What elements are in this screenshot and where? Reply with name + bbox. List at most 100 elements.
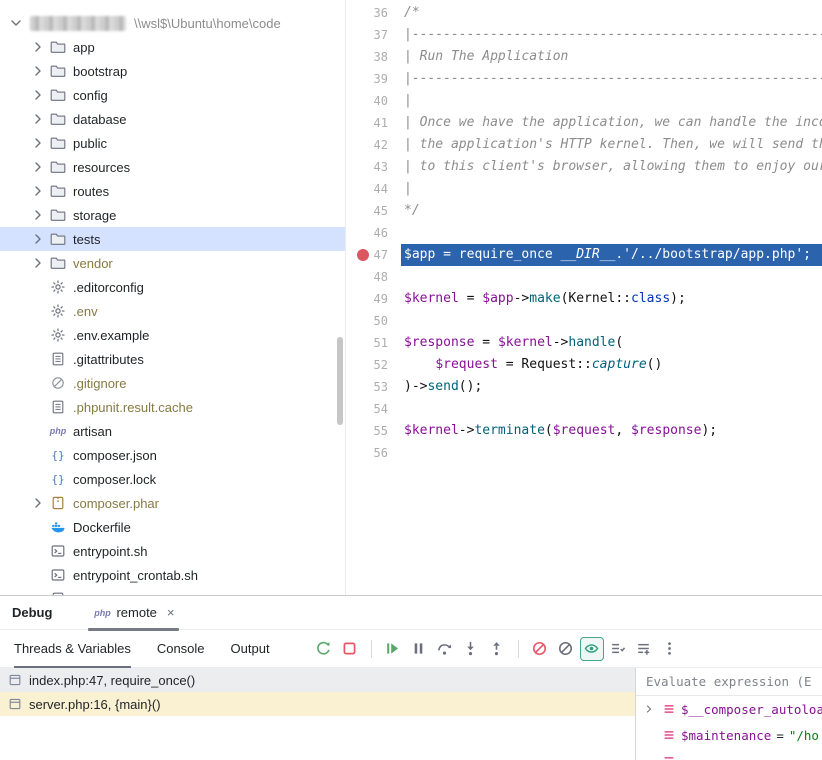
evaluate-expression-input[interactable]: Evaluate expression (E bbox=[636, 668, 822, 696]
tree-item-vendor[interactable]: vendor bbox=[0, 251, 345, 275]
code-line-38[interactable]: 38| Run The Application bbox=[346, 46, 822, 68]
code-line-55[interactable]: 55 $kernel->terminate($request, $response… bbox=[346, 420, 822, 442]
code-text[interactable]: $response = $kernel->handle( bbox=[401, 332, 822, 354]
line-number[interactable]: 46 bbox=[374, 222, 388, 244]
line-number[interactable]: 40 bbox=[374, 90, 388, 112]
chevron-right-icon[interactable] bbox=[28, 159, 48, 175]
tree-item-.gitattributes[interactable]: .gitattributes bbox=[0, 347, 345, 371]
tree-item-routes[interactable]: routes bbox=[0, 179, 345, 203]
tree-item-.editorconfig[interactable]: .editorconfig bbox=[0, 275, 345, 299]
editor-gutter[interactable]: 36 bbox=[346, 2, 401, 24]
line-number[interactable]: 54 bbox=[374, 398, 388, 420]
add-watch-icon[interactable] bbox=[632, 637, 656, 661]
close-tab-icon[interactable]: × bbox=[167, 605, 175, 620]
editor-gutter[interactable]: 44 bbox=[346, 178, 401, 200]
breakpoint-icon[interactable] bbox=[357, 249, 369, 261]
code-text[interactable]: | the application's HTTP kernel. Then, w… bbox=[401, 134, 822, 156]
editor-gutter[interactable]: 43 bbox=[346, 156, 401, 178]
tree-item-composer.phar[interactable]: composer.phar bbox=[0, 491, 345, 515]
line-number[interactable]: 44 bbox=[374, 178, 388, 200]
line-number[interactable]: 39 bbox=[374, 68, 388, 90]
step-into-icon[interactable] bbox=[459, 637, 483, 661]
code-line-51[interactable]: 51 $response = $kernel->handle( bbox=[346, 332, 822, 354]
variable-row[interactable] bbox=[636, 748, 822, 760]
tree-item-.env[interactable]: .env bbox=[0, 299, 345, 323]
more-icon[interactable] bbox=[658, 637, 682, 661]
code-text[interactable] bbox=[401, 310, 822, 332]
chevron-right-icon[interactable] bbox=[28, 111, 48, 127]
code-line-47[interactable]: 47 $app = require_once __DIR__.'/../boots… bbox=[346, 244, 822, 266]
tree-item-artisan[interactable]: phpartisan bbox=[0, 419, 345, 443]
line-number[interactable]: 37 bbox=[374, 24, 388, 46]
code-line-56[interactable]: 56 bbox=[346, 442, 822, 464]
code-line-52[interactable]: 52 $request = Request::capture() bbox=[346, 354, 822, 376]
code-text[interactable] bbox=[401, 398, 822, 420]
tree-item-storage[interactable]: storage bbox=[0, 203, 345, 227]
variable-row[interactable]: $__composer_autoloa bbox=[636, 696, 822, 722]
tree-item-Dockerfile[interactable]: Dockerfile bbox=[0, 515, 345, 539]
line-number[interactable]: 38 bbox=[374, 46, 388, 68]
editor-gutter[interactable]: 41 bbox=[346, 112, 401, 134]
line-number[interactable]: 36 bbox=[374, 2, 388, 24]
chevron-right-icon[interactable] bbox=[28, 255, 48, 271]
editor-gutter[interactable]: 48 bbox=[346, 266, 401, 288]
tree-item-.env.example[interactable]: .env.example bbox=[0, 323, 345, 347]
chevron-right-icon[interactable] bbox=[28, 231, 48, 247]
view-options-icon[interactable] bbox=[606, 637, 630, 661]
code-text[interactable]: |---------------------------------------… bbox=[401, 68, 822, 90]
editor-gutter[interactable]: 42 bbox=[346, 134, 401, 156]
editor-gutter[interactable]: 46 bbox=[346, 222, 401, 244]
line-number[interactable]: 51 bbox=[374, 332, 388, 354]
tab-console[interactable]: Console bbox=[157, 630, 205, 667]
chevron-right-icon[interactable] bbox=[28, 135, 48, 151]
tree-item-config[interactable]: config bbox=[0, 83, 345, 107]
editor-gutter[interactable]: 40 bbox=[346, 90, 401, 112]
code-text[interactable]: $app = require_once __DIR__.'/../bootstr… bbox=[401, 244, 822, 266]
editor-gutter[interactable]: 38 bbox=[346, 46, 401, 68]
code-line-48[interactable]: 48 bbox=[346, 266, 822, 288]
editor-gutter[interactable]: 54 bbox=[346, 398, 401, 420]
debug-session-tab-remote[interactable]: php remote × bbox=[82, 596, 184, 630]
code-text[interactable] bbox=[401, 222, 822, 244]
tree-item-.phpunit.result.cache[interactable]: .phpunit.result.cache bbox=[0, 395, 345, 419]
tree-item-partial[interactable] bbox=[0, 587, 345, 595]
tree-item-public[interactable]: public bbox=[0, 131, 345, 155]
chevron-right-icon[interactable] bbox=[642, 702, 656, 716]
editor-gutter[interactable]: 49 bbox=[346, 288, 401, 310]
chevron-right-icon[interactable] bbox=[28, 495, 48, 511]
line-number[interactable]: 49 bbox=[374, 288, 388, 310]
code-text[interactable]: | Once we have the application, we can h… bbox=[401, 112, 822, 134]
editor-gutter[interactable]: 51 bbox=[346, 332, 401, 354]
code-line-36[interactable]: 36/* bbox=[346, 2, 822, 24]
line-number[interactable]: 47 bbox=[374, 244, 388, 266]
code-line-46[interactable]: 46 bbox=[346, 222, 822, 244]
chevron-down-icon[interactable] bbox=[6, 15, 26, 31]
step-out-icon[interactable] bbox=[485, 637, 509, 661]
tree-item-app[interactable]: app bbox=[0, 35, 345, 59]
editor-gutter[interactable]: 45 bbox=[346, 200, 401, 222]
code-text[interactable]: $kernel->terminate($request, $response); bbox=[401, 420, 822, 442]
code-line-37[interactable]: 37|-------------------------------------… bbox=[346, 24, 822, 46]
code-text[interactable]: | bbox=[401, 178, 822, 200]
line-number[interactable]: 55 bbox=[374, 420, 388, 442]
rerun-icon[interactable] bbox=[312, 637, 336, 661]
editor-gutter[interactable]: 37 bbox=[346, 24, 401, 46]
code-line-39[interactable]: 39 |-------------------------------------… bbox=[346, 68, 822, 90]
stop-icon[interactable] bbox=[338, 637, 362, 661]
tree-item-resources[interactable]: resources bbox=[0, 155, 345, 179]
code-line-53[interactable]: 53)->send(); bbox=[346, 376, 822, 398]
line-number[interactable]: 56 bbox=[374, 442, 388, 464]
code-text[interactable]: $kernel = $app->make(Kernel::class); bbox=[401, 288, 822, 310]
project-tree-scrollbar[interactable] bbox=[337, 337, 343, 425]
mute-breakpoints-icon[interactable] bbox=[528, 637, 552, 661]
variable-row[interactable]: $maintenance = "/ho bbox=[636, 722, 822, 748]
editor-gutter[interactable]: 52 bbox=[346, 354, 401, 376]
tab-output[interactable]: Output bbox=[231, 630, 270, 667]
hide-values-icon[interactable] bbox=[554, 637, 578, 661]
code-text[interactable]: | to this client's browser, allowing the… bbox=[401, 156, 822, 178]
tree-item-.gitignore[interactable]: .gitignore bbox=[0, 371, 345, 395]
code-text[interactable]: */ bbox=[401, 200, 822, 222]
line-number[interactable]: 52 bbox=[374, 354, 388, 376]
line-number[interactable]: 43 bbox=[374, 156, 388, 178]
tree-item-project-root[interactable]: \\wsl$\Ubuntu\home\code bbox=[0, 11, 345, 35]
